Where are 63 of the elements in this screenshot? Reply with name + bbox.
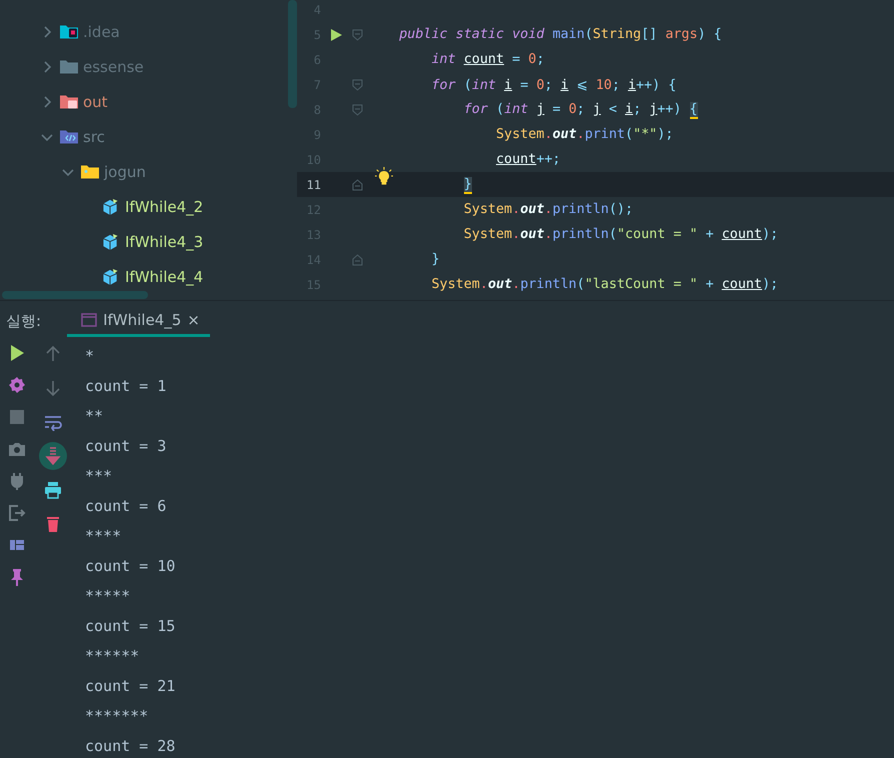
console-output-line: ***: [85, 466, 114, 487]
java-class-icon: [102, 268, 120, 285]
trash-icon[interactable]: [44, 515, 62, 533]
code-line: count++;: [495, 152, 560, 167]
plug-icon[interactable]: [8, 472, 26, 490]
fold-icon[interactable]: [352, 104, 362, 116]
exit-icon[interactable]: [8, 504, 26, 522]
fold-icon[interactable]: [352, 178, 362, 190]
code-line: }: [430, 252, 440, 267]
settings-icon[interactable]: [8, 376, 26, 394]
fold-icon[interactable]: [352, 254, 362, 266]
console-output-line: count = 3: [85, 436, 168, 457]
folder-icon: [60, 93, 78, 110]
console-output-line: *****: [85, 586, 132, 607]
tree-item-label[interactable]: IfWhile4_2: [125, 198, 204, 216]
tree-item-label[interactable]: out: [83, 92, 108, 110]
scrollbar[interactable]: [288, 0, 297, 108]
code-line: System.out.print("*");: [495, 127, 674, 142]
java-class-icon: [102, 198, 120, 215]
fold-icon[interactable]: [352, 28, 362, 40]
project-settings-folder-icon: [60, 23, 78, 40]
run-label: 실행:: [6, 312, 42, 332]
console-output-line: *******: [85, 706, 150, 727]
console-output-line: ****: [85, 526, 122, 547]
run-icon[interactable]: [330, 28, 342, 42]
package-folder-icon: [81, 163, 99, 180]
scroll-to-end-button[interactable]: [39, 442, 67, 470]
run-tab[interactable]: IfWhile4_5 ×: [67, 311, 210, 337]
run-icon[interactable]: [8, 344, 26, 362]
code-line: int count = 0;: [430, 52, 544, 67]
console-output-line: count = 21: [85, 676, 176, 697]
java-class-icon: [102, 233, 120, 250]
console-output-line: count = 28: [85, 736, 176, 757]
up-arrow-icon[interactable]: [44, 345, 62, 363]
tree-item-label[interactable]: IfWhile4_4: [125, 268, 204, 286]
camera-icon[interactable]: [8, 440, 26, 458]
soft-wrap-icon[interactable]: [44, 413, 62, 431]
console-output-line: count = 1: [85, 376, 168, 397]
code-line: for (int j = 0; j < i; j++) {: [462, 102, 698, 119]
console-output-line: ******: [85, 646, 140, 667]
line-number: 11: [306, 178, 321, 192]
code-line: System.out.println("count = " + count);: [462, 227, 778, 242]
console-output-line: count = 15: [85, 616, 176, 637]
print-icon[interactable]: [44, 481, 62, 499]
console-output-line: count = 10: [85, 556, 176, 577]
stop-icon[interactable]: [8, 408, 26, 426]
lightbulb-icon[interactable]: [375, 167, 393, 185]
code-line: System.out.println("lastCount = " + count);: [430, 277, 778, 292]
folder-icon: [60, 58, 78, 75]
code-line: public static void main(String[] args) {: [398, 27, 722, 42]
code-line: System.out.println();: [462, 202, 634, 217]
window-icon: [81, 313, 98, 327]
close-icon[interactable]: ×: [187, 311, 200, 329]
console-output-line: count = 6: [85, 496, 168, 517]
source-folder-icon: [60, 128, 78, 145]
console-output-line: **: [85, 406, 104, 427]
scroll-to-end-icon: [45, 447, 61, 465]
console-output-line: *: [85, 346, 96, 367]
scrollbar[interactable]: [2, 291, 148, 299]
down-arrow-icon[interactable]: [44, 379, 62, 397]
fold-icon[interactable]: [352, 78, 362, 90]
tree-item-label[interactable]: IfWhile4_3: [125, 232, 204, 250]
code-line: for (int i = 0; i ⩽ 10; i++) {: [430, 78, 676, 92]
